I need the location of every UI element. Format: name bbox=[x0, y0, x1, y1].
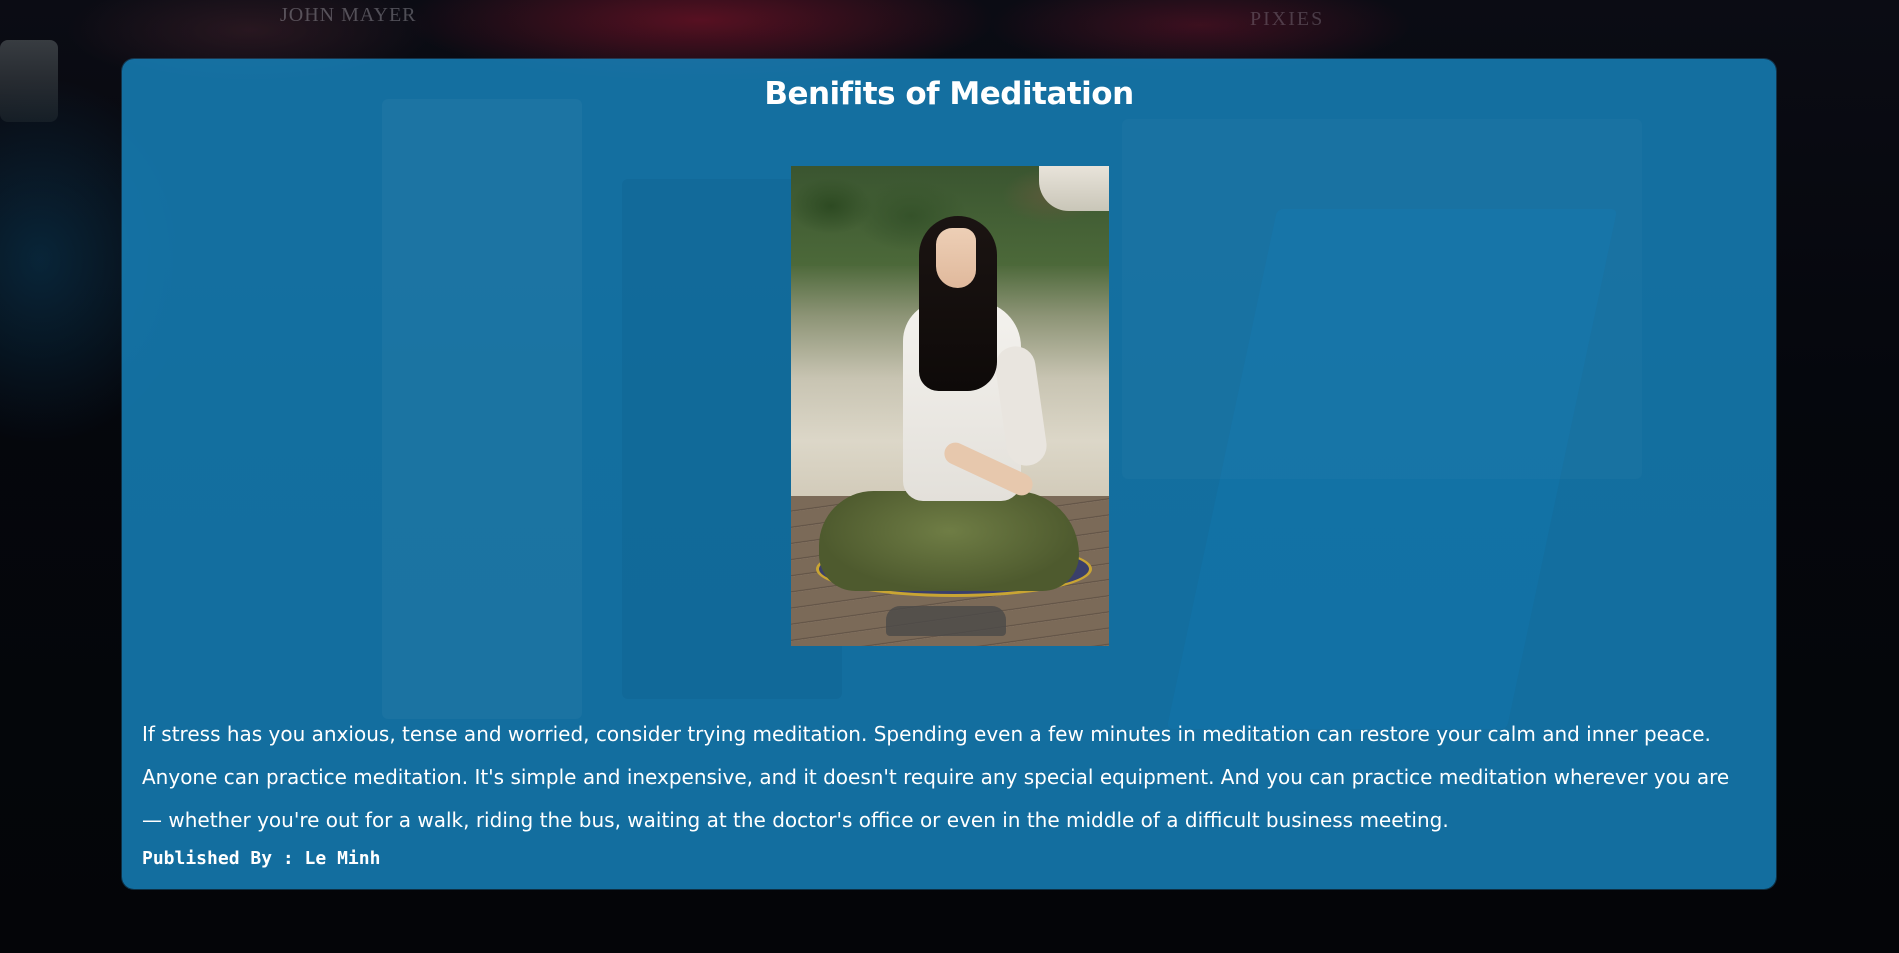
background-poster-text-left: JOHN MAYER bbox=[280, 4, 417, 26]
article-title: Benifits of Meditation bbox=[764, 76, 1134, 112]
background-poster-shape bbox=[382, 99, 582, 719]
article-body: If stress has you anxious, tense and wor… bbox=[142, 722, 1730, 832]
meditation-photo bbox=[791, 166, 1109, 646]
photo-face bbox=[936, 228, 976, 288]
photo-crossed-legs bbox=[819, 491, 1079, 591]
photo-dock-cleat bbox=[886, 606, 1006, 636]
background-device-image bbox=[0, 40, 58, 122]
background-poster-text-right: PIXIES bbox=[1250, 8, 1325, 30]
article-byline: Published By : Le Minh bbox=[142, 848, 381, 869]
photo-sky bbox=[1039, 166, 1109, 211]
article-card: Benifits of Meditation If stress has you… bbox=[122, 59, 1776, 889]
